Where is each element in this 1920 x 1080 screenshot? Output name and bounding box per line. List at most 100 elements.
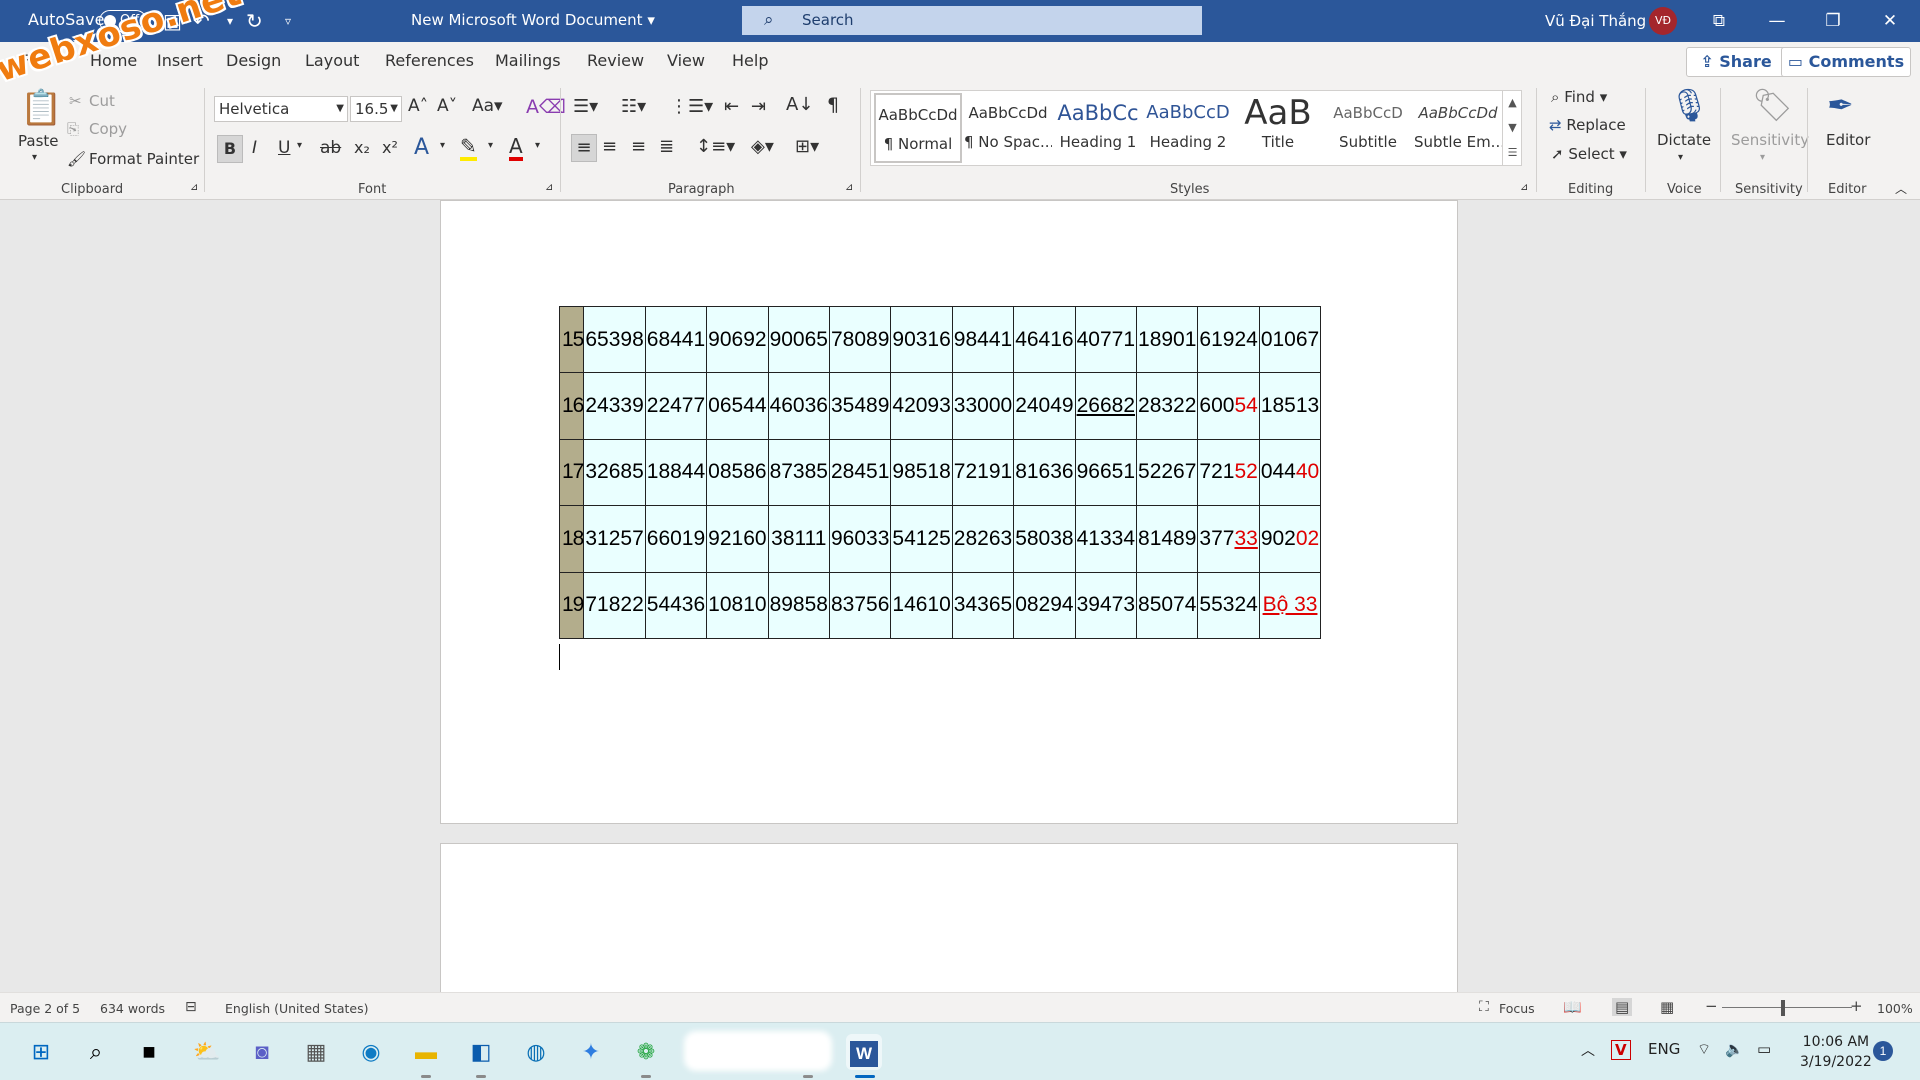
avatar[interactable]: VĐ xyxy=(1649,7,1677,35)
tab-mailings[interactable]: Mailings xyxy=(495,51,561,70)
highlight-color-icon[interactable]: ✎ xyxy=(460,135,477,161)
editor-button[interactable]: Editor xyxy=(1826,131,1870,149)
print-layout-icon[interactable]: ▤ xyxy=(1612,998,1633,1016)
row-number[interactable]: 15 xyxy=(558,305,584,374)
editor-pen-icon[interactable]: ✒ xyxy=(1827,86,1854,124)
dictate-dropdown-icon[interactable]: ▾ xyxy=(1678,152,1683,163)
more-styles-icon[interactable]: ☰ xyxy=(1503,140,1522,165)
microsoft-store-icon[interactable]: ◧ xyxy=(463,1034,499,1070)
table-cell[interactable]: 65398 xyxy=(583,305,646,374)
numbering-icon[interactable]: ☷▾ xyxy=(621,96,646,117)
table-cell[interactable]: 72191 xyxy=(951,438,1015,507)
format-painter-button[interactable]: Format Painter xyxy=(89,150,199,168)
style-heading-1[interactable]: AaBbCc Heading 1 xyxy=(1054,93,1142,163)
table-cell[interactable]: 24339 xyxy=(583,372,646,440)
font-name-field[interactable]: Helvetica ▼ xyxy=(214,96,348,122)
table-cell[interactable]: 41334 xyxy=(1074,505,1138,573)
text-effects-icon[interactable]: A xyxy=(414,135,429,160)
chevron-up-icon[interactable]: ︿ xyxy=(1581,1040,1595,1060)
highlight-dropdown-icon[interactable]: ▾ xyxy=(488,140,493,151)
row-number[interactable]: 16 xyxy=(558,372,584,440)
tab-view[interactable]: View xyxy=(667,51,705,70)
select-button[interactable]: ➚ Select ▾ xyxy=(1551,145,1627,163)
table-cell[interactable]: 85074 xyxy=(1136,571,1199,639)
table-cell[interactable]: 90202 xyxy=(1258,505,1322,573)
shrink-font-icon[interactable]: A˅ xyxy=(437,96,457,116)
table-cell[interactable]: 54436 xyxy=(644,571,708,639)
task-view-icon[interactable]: ■ xyxy=(131,1034,167,1070)
line-spacing-icon[interactable]: ↕≡▾ xyxy=(696,136,735,157)
zoom-out-icon[interactable]: − xyxy=(1705,997,1718,1015)
table-cell[interactable]: 34365 xyxy=(951,571,1015,639)
justify-icon[interactable]: ≣ xyxy=(659,136,674,157)
volume-icon[interactable]: 🔈 xyxy=(1725,1040,1744,1058)
table-cell[interactable]: 92160 xyxy=(706,505,769,573)
table-cell[interactable]: 06544 xyxy=(706,372,769,440)
wifi-icon[interactable]: ⌔ xyxy=(1697,1040,1711,1059)
table-cell[interactable]: Bộ 33 xyxy=(1258,571,1322,639)
row-number[interactable]: 19 xyxy=(558,571,584,639)
start-icon[interactable]: ⊞ xyxy=(23,1034,59,1070)
table-cell[interactable]: 66019 xyxy=(644,505,708,573)
table-cell[interactable]: 46036 xyxy=(767,372,830,440)
tab-help[interactable]: Help xyxy=(732,51,768,70)
table-cell[interactable]: 31257 xyxy=(583,505,646,573)
borders-icon[interactable]: ⊞▾ xyxy=(795,136,819,157)
table-cell[interactable]: 18844 xyxy=(644,438,708,507)
table-cell[interactable]: 96033 xyxy=(828,505,892,573)
table-cell[interactable]: 33000 xyxy=(951,372,1015,440)
multilevel-list-icon[interactable]: ⋮☰▾ xyxy=(670,96,713,117)
table-cell[interactable]: 90316 xyxy=(890,305,953,374)
table-cell[interactable]: 35489 xyxy=(828,372,892,440)
table-cell[interactable]: 32685 xyxy=(583,438,646,507)
style-subtle-emphasis[interactable]: AaBbCcDd Subtle Em... xyxy=(1414,93,1502,163)
table-cell[interactable]: 39473 xyxy=(1074,571,1138,639)
tab-insert[interactable]: Insert xyxy=(157,51,203,70)
battery-icon[interactable]: ▭ xyxy=(1757,1040,1771,1058)
underline-dropdown-icon[interactable]: ▾ xyxy=(297,140,302,151)
zoom-slider[interactable] xyxy=(1722,1007,1852,1008)
style-no-spacing[interactable]: AaBbCcDd ¶ No Spac... xyxy=(964,93,1052,163)
decrease-indent-icon[interactable]: ⇤ xyxy=(724,96,739,117)
bold-button[interactable]: B xyxy=(217,135,243,163)
restore-icon[interactable]: ❐ xyxy=(1813,4,1853,38)
table-cell[interactable]: 96651 xyxy=(1074,438,1138,507)
weather-icon[interactable]: ⛅ xyxy=(189,1034,225,1070)
table-cell[interactable]: 38111 xyxy=(767,505,830,573)
zoom-in-icon[interactable]: + xyxy=(1850,997,1863,1015)
style-normal[interactable]: AaBbCcDd ¶ Normal xyxy=(874,93,962,163)
tab-review[interactable]: Review xyxy=(587,51,644,70)
table-cell[interactable]: 89858 xyxy=(767,571,830,639)
sort-icon[interactable]: A↓ xyxy=(786,94,813,115)
table-cell[interactable]: 28263 xyxy=(951,505,1015,573)
find-button[interactable]: ⌕ Find ▾ xyxy=(1551,88,1607,106)
zoom-level[interactable]: 100% xyxy=(1877,1001,1913,1016)
increase-indent-icon[interactable]: ⇥ xyxy=(751,96,766,117)
table-cell[interactable]: 60054 xyxy=(1197,372,1260,440)
page-indicator[interactable]: Page 2 of 5 xyxy=(10,1001,80,1016)
edge-icon[interactable]: ◉ xyxy=(353,1034,389,1070)
results-table[interactable]: 15 65398 68441 90692 90065 78089 90316 98441 464… xyxy=(558,305,1322,639)
paste-icon[interactable]: 📋 xyxy=(20,88,62,128)
table-cell[interactable]: 55324 xyxy=(1197,571,1260,639)
language-indicator[interactable]: English (United States) xyxy=(225,1001,369,1016)
table-cell[interactable]: 72152 xyxy=(1197,438,1260,507)
document-page-next[interactable] xyxy=(440,843,1458,992)
table-cell[interactable]: 01067 xyxy=(1258,305,1322,374)
align-center-icon[interactable]: ≡ xyxy=(602,136,617,157)
style-subtitle[interactable]: AaBbCcD Subtitle xyxy=(1324,93,1412,163)
table-cell[interactable]: 68441 xyxy=(644,305,708,374)
proofing-icon[interactable]: ⊟ xyxy=(185,999,197,1015)
paragraph-launcher-icon[interactable]: ⊿ xyxy=(845,182,853,193)
table-cell[interactable]: 98518 xyxy=(890,438,953,507)
grow-font-icon[interactable]: A˄ xyxy=(408,96,428,116)
table-cell[interactable]: 54125 xyxy=(890,505,953,573)
share-button[interactable]: ⇪ Share xyxy=(1686,47,1786,77)
superscript-button[interactable]: x² xyxy=(382,138,398,157)
table-cell[interactable]: 83756 xyxy=(828,571,892,639)
table-cell[interactable]: 81489 xyxy=(1136,505,1199,573)
comments-button[interactable]: ▭ Comments xyxy=(1781,47,1911,77)
focus-button[interactable]: Focus xyxy=(1499,1001,1535,1016)
minimize-icon[interactable]: — xyxy=(1757,4,1797,38)
user-name[interactable]: Vũ Đại Thắng xyxy=(1545,12,1646,30)
